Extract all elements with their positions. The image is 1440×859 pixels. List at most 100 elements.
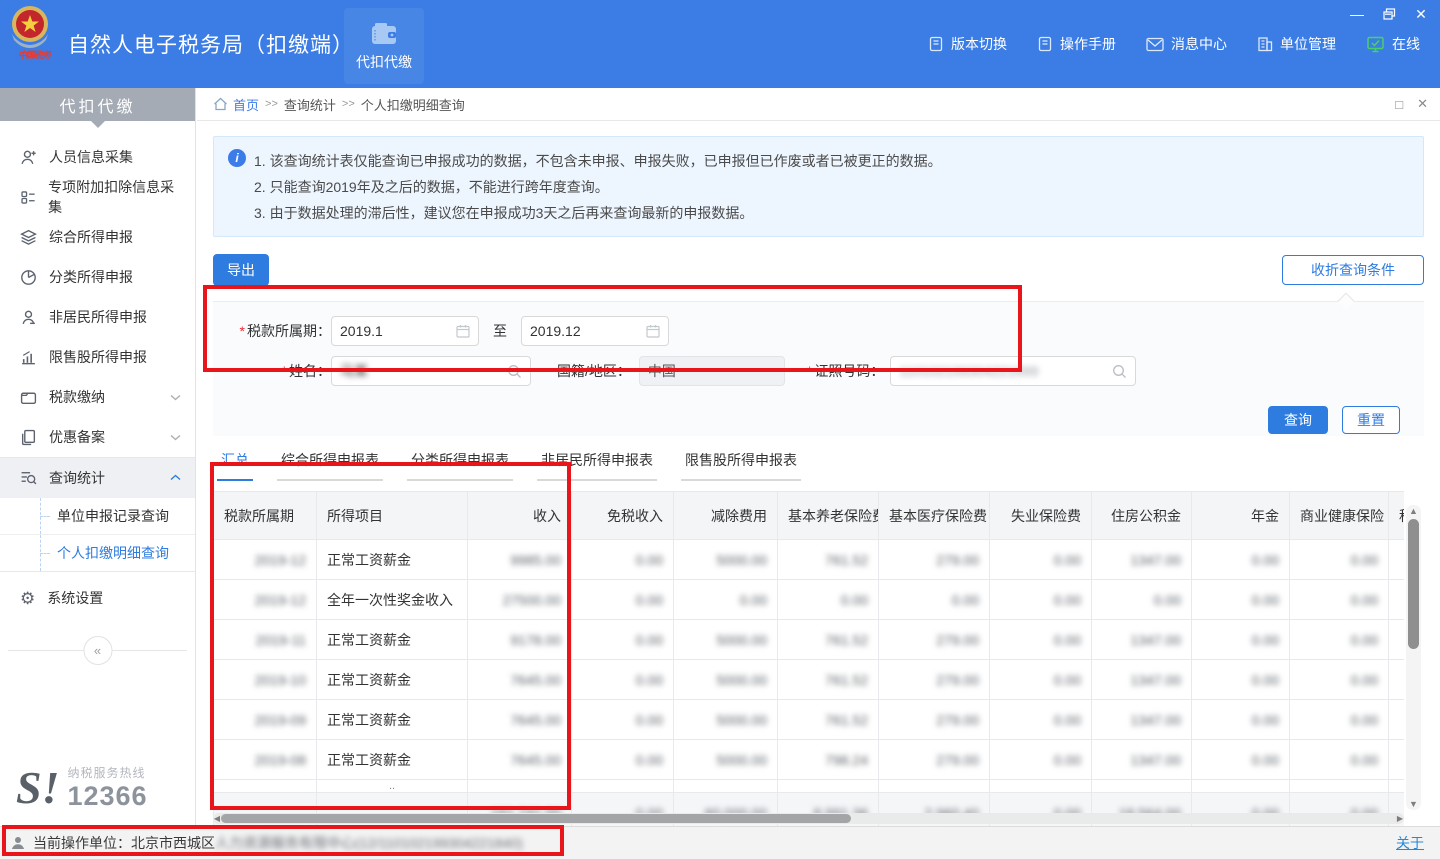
tab-restricted-shares[interactable]: 限售股所得申报表 xyxy=(681,450,801,481)
menu-manual[interactable]: 操作手册 xyxy=(1037,34,1116,54)
required-asterisk: * xyxy=(240,323,245,339)
menu-version-switch[interactable]: 版本切换 xyxy=(928,34,1007,54)
id-number-input[interactable]: 110102199304221899 xyxy=(890,356,1136,386)
sidebar-item-preferential-filing[interactable]: 优惠备案 xyxy=(0,417,195,457)
sidebar-item-label: 税款缴纳 xyxy=(49,387,105,407)
sidebar-subitem-label: 单位申报记录查询 xyxy=(57,506,169,526)
user-icon xyxy=(10,835,26,851)
table-cell: 2019-12 xyxy=(214,580,317,620)
content: i 1. 该查询统计表仅能查询已申报成功的数据，不包含未申报、申报失败，已申报但… xyxy=(197,121,1440,826)
brand-subtext: 中国税务 xyxy=(6,48,62,61)
table-cell: 0.00 xyxy=(572,660,674,700)
table-cell: 0.00 xyxy=(990,660,1092,700)
table-row: 2019-11正常工资薪金9178.000.005000.00761.52279… xyxy=(214,620,1405,660)
content-maximize-button[interactable]: □ xyxy=(1395,96,1403,112)
sidebar-item-label: 人员信息采集 xyxy=(49,147,133,167)
calendar-icon[interactable] xyxy=(646,324,660,338)
sidebar-item-query-statistics[interactable]: 查询统计 xyxy=(0,457,195,497)
content-close-button[interactable]: ✕ xyxy=(1417,96,1428,112)
table-cell: .. xyxy=(317,780,468,793)
table-cell: 0.00 xyxy=(572,620,674,660)
table-cell: 正常工资薪金 xyxy=(317,660,468,700)
table-cell: 0.00 xyxy=(1290,540,1389,580)
table-cell: 5000.00 xyxy=(674,740,778,780)
sidebar-subitem-personal-withholding-query[interactable]: 个人扣缴明细查询 xyxy=(0,534,195,571)
menu-unit-management[interactable]: 单位管理 xyxy=(1257,34,1336,54)
search-button[interactable]: 查询 xyxy=(1268,406,1328,434)
table-header-row: 税款所属期 所得项目 收入 免税收入 减除费用 基本养老保险费 基本医疗保险费 … xyxy=(214,492,1405,540)
sidebar-item-personnel-info[interactable]: 人员信息采集 xyxy=(0,137,195,177)
table-cell xyxy=(1290,780,1389,793)
sidebar-header: 代扣代缴 xyxy=(0,88,195,121)
tab-nonresident[interactable]: 非居民所得申报表 xyxy=(537,450,657,481)
table-row: 2019-08正常工资薪金7645.000.005000.00798.24279… xyxy=(214,740,1405,780)
chevron-up-icon xyxy=(170,474,181,481)
sidebar-collapse-button[interactable]: « xyxy=(83,636,112,665)
notice-box: i 1. 该查询统计表仅能查询已申报成功的数据，不包含未申报、申报失败，已申报但… xyxy=(213,136,1424,237)
table-cell: 0.00 xyxy=(1192,740,1290,780)
sidebar-item-tax-payment[interactable]: 税款缴纳 xyxy=(0,377,195,417)
search-icon[interactable] xyxy=(507,364,522,379)
calendar-icon[interactable] xyxy=(456,324,470,338)
table-cell: 5000.00 xyxy=(674,700,778,740)
table-cell: 0.00 xyxy=(674,580,778,620)
close-button[interactable]: ✕ xyxy=(1410,4,1432,24)
scroll-up-arrow[interactable]: ▲ xyxy=(1406,505,1421,517)
table-cell: 5000.00 xyxy=(674,660,778,700)
sidebar-item-classified-income[interactable]: 分类所得申报 xyxy=(0,257,195,297)
sidebar-item-label: 查询统计 xyxy=(49,468,105,488)
sidebar-menu: 人员信息采集 专项附加扣除信息采集 综合所得申报 xyxy=(0,121,195,666)
breadcrumb-home[interactable]: 首页 xyxy=(233,95,259,114)
scroll-right-arrow[interactable]: ▶ xyxy=(1394,813,1406,824)
table-cell: 0.00 xyxy=(572,540,674,580)
collapse-query-button[interactable]: 收折查询条件 xyxy=(1282,255,1424,285)
export-button[interactable]: 导出 xyxy=(213,254,269,286)
reset-button[interactable]: 重置 xyxy=(1342,406,1400,434)
tab-comprehensive[interactable]: 综合所得申报表 xyxy=(277,450,383,481)
table-row: 2019-12正常工资薪金9985.000.005000.00761.52279… xyxy=(214,540,1405,580)
sidebar-item-nonresident-income[interactable]: 非居民所得申报 xyxy=(0,297,195,337)
vertical-scrollbar[interactable]: ▲ ▼ xyxy=(1406,505,1421,810)
table-cell: 2019-12 xyxy=(214,540,317,580)
sidebar-item-label: 分类所得申报 xyxy=(49,267,133,287)
horizontal-scrollbar[interactable]: ◀ ▶ xyxy=(213,813,1404,824)
column-header: 税 xyxy=(1389,492,1405,540)
search-icon[interactable] xyxy=(1112,364,1127,379)
sidebar-item-system-settings[interactable]: ⚙ 系统设置 xyxy=(0,578,195,618)
horizontal-scroll-thumb[interactable] xyxy=(221,814,851,823)
tab-summary[interactable]: 汇总 xyxy=(217,450,253,481)
table-cell xyxy=(572,780,674,793)
vertical-scroll-thumb[interactable] xyxy=(1408,519,1419,649)
table-cell: 279.00 xyxy=(879,660,990,700)
module-tab-daikou[interactable]: 代扣代缴 xyxy=(344,8,424,84)
period-from-input[interactable]: 2019.1 xyxy=(331,316,479,346)
breadcrumb-separator: >> xyxy=(265,98,278,110)
table-cell: 0.00 xyxy=(1192,620,1290,660)
name-input[interactable]: 马某 xyxy=(331,356,531,386)
sidebar-item-special-deduction[interactable]: 专项附加扣除信息采集 xyxy=(0,177,195,217)
document-icon xyxy=(1037,36,1053,52)
sidebar-item-label: 限售股所得申报 xyxy=(49,347,147,367)
filter-row-period: *税款所属期： 2019.1 至 2019.12 xyxy=(213,316,1424,346)
table-cell: 7645.00 xyxy=(468,660,572,700)
current-unit-redacted: 人力资源服务有限中心(12/110102199304221840) xyxy=(215,835,523,851)
minimize-button[interactable]: — xyxy=(1346,4,1368,24)
menu-message-center[interactable]: 消息中心 xyxy=(1146,34,1227,54)
about-link[interactable]: 关于 xyxy=(1396,833,1424,853)
table-cell: 0.00 xyxy=(572,700,674,740)
sidebar-item-comprehensive-income[interactable]: 综合所得申报 xyxy=(0,217,195,257)
column-header: 税款所属期 xyxy=(214,492,317,540)
restore-button[interactable] xyxy=(1378,4,1400,24)
current-unit-text: 当前操作单位：北京市西城区人力资源服务有限中心(12/1101021993042… xyxy=(33,833,523,853)
table-cell: 5000.00 xyxy=(674,620,778,660)
sidebar-item-restricted-shares[interactable]: 限售股所得申报 xyxy=(0,337,195,377)
scroll-down-arrow[interactable]: ▼ xyxy=(1406,798,1421,810)
menu-online-status[interactable]: 在线 xyxy=(1366,34,1420,54)
breadcrumb-query-statistics[interactable]: 查询统计 xyxy=(284,95,336,114)
mail-icon xyxy=(1146,37,1164,52)
tab-classified[interactable]: 分类所得申报表 xyxy=(407,450,513,481)
menu-label: 版本切换 xyxy=(951,34,1007,54)
sidebar-subitem-unit-declaration-query[interactable]: 单位申报记录查询 xyxy=(0,497,195,534)
table-cell xyxy=(1389,740,1405,780)
period-to-input[interactable]: 2019.12 xyxy=(521,316,669,346)
